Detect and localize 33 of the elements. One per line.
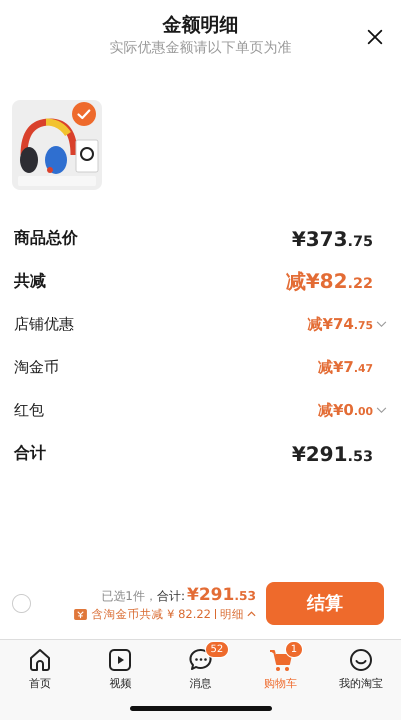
detail-link[interactable]: 明细 <box>220 606 244 622</box>
select-all-radio[interactable] <box>12 594 31 612</box>
row-label: 店铺优惠 <box>14 315 75 334</box>
selected-count: 已选1件， <box>101 588 157 604</box>
tab-item[interactable]: 我的淘宝 <box>320 640 401 696</box>
row-label: 淘金币 <box>14 358 60 377</box>
amount-value: ¥291.53 <box>292 442 373 466</box>
chevron-down-icon[interactable] <box>376 321 387 328</box>
amount-value: 减¥7.47 <box>318 358 373 377</box>
smile-icon <box>348 647 374 673</box>
tab-item[interactable]: 视频 <box>80 640 160 696</box>
total-label: 合计: <box>156 588 185 604</box>
row-label: 合计 <box>14 443 47 464</box>
row-label: 共减 <box>14 271 47 292</box>
saving-text: 含淘金币共减 ¥ 82.22 <box>91 606 211 622</box>
chevron-up-icon[interactable] <box>247 611 256 617</box>
tab-item[interactable]: 52 消息 <box>160 640 241 696</box>
total-price: ¥291.53 <box>186 584 256 604</box>
amount-value: 减¥74.75 <box>308 315 373 334</box>
count-badge: 52 <box>204 641 230 658</box>
sheet-title: 金额明细 <box>162 13 238 38</box>
chevron-down-icon[interactable] <box>376 407 387 414</box>
amount-value: ¥373.75 <box>292 226 373 250</box>
coupon-icon <box>74 608 88 620</box>
amount-value: 减¥0.00 <box>318 401 373 420</box>
sheet-subtitle: 实际优惠金额请以下单页为准 <box>110 39 292 58</box>
row-label: 红包 <box>14 401 45 420</box>
row-label: 商品总价 <box>14 228 79 249</box>
video-icon <box>107 647 134 673</box>
tab-item[interactable]: 首页 <box>0 640 80 696</box>
count-badge: 1 <box>284 641 304 658</box>
close-icon[interactable] <box>366 28 384 46</box>
amount-value: 减¥82.22 <box>286 268 373 295</box>
